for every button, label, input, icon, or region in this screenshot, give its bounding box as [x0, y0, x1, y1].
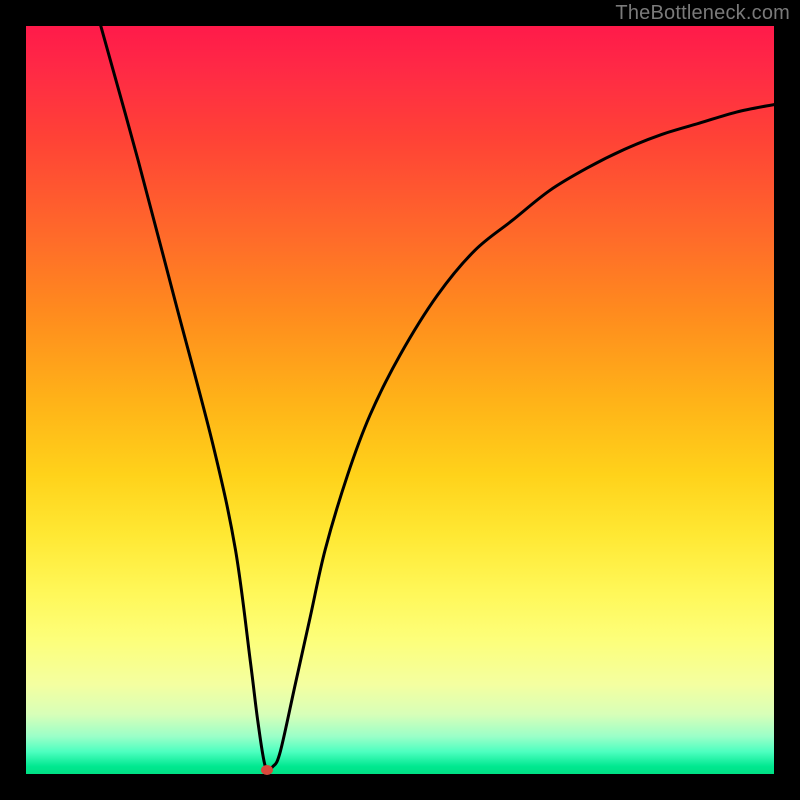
bottleneck-curve [26, 26, 774, 774]
optimal-point-marker [261, 765, 273, 775]
watermark-text: TheBottleneck.com [615, 2, 790, 25]
chart-frame: TheBottleneck.com [0, 0, 800, 800]
plot-area [26, 26, 774, 774]
